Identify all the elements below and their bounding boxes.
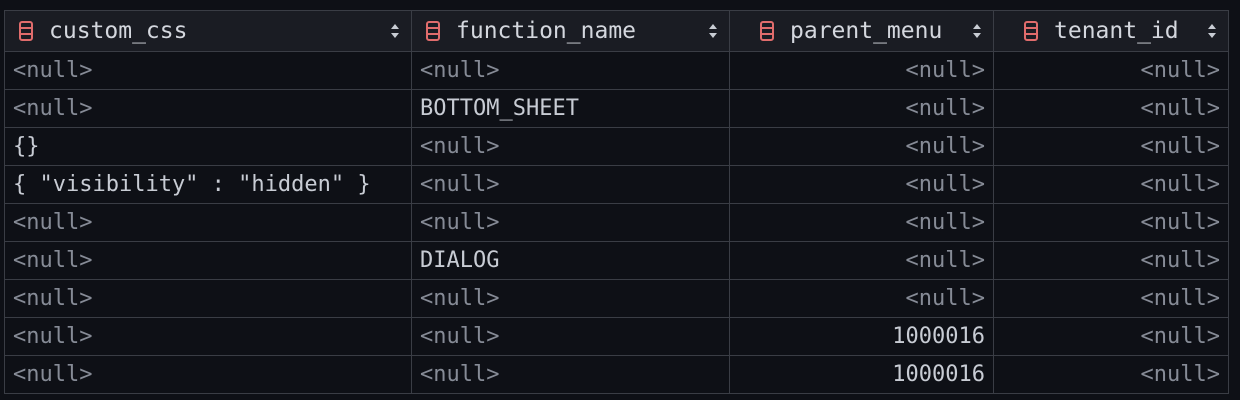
table-cell[interactable]: 1000016 [729,318,993,355]
grid-header-row: custom_css function_name parent_menu ten… [4,10,1229,52]
sort-icon[interactable] [971,21,983,41]
table-cell[interactable]: <null> [993,356,1229,393]
table-cell[interactable]: DIALOG [411,242,729,279]
table-cell[interactable]: { "visibility" : "hidden" } [4,166,411,203]
column-header-parent-menu[interactable]: parent_menu [729,11,993,51]
table-cell[interactable]: <null> [729,128,993,165]
column-header-label: function_name [456,18,637,44]
sort-icon[interactable] [707,21,719,41]
table-row[interactable]: <null> BOTTOM_SHEET <null> <null> [4,90,1229,128]
column-header-tenant-id[interactable]: tenant_id [993,11,1229,51]
table-cell[interactable]: <null> [993,128,1229,165]
table-cell[interactable]: <null> [4,90,411,127]
column-header-custom-css[interactable]: custom_css [4,11,411,51]
table-cell[interactable]: <null> [993,204,1229,241]
table-row[interactable]: <null> <null> <null> <null> [4,52,1229,90]
table-row[interactable]: <null> <null> <null> <null> [4,204,1229,242]
table-cell[interactable]: <null> [993,280,1229,317]
table-cell[interactable]: <null> [993,166,1229,203]
table-cell[interactable]: <null> [729,52,993,89]
table-cell[interactable]: <null> [4,318,411,355]
table-row[interactable]: {} <null> <null> <null> [4,128,1229,166]
table-cell[interactable]: <null> [4,204,411,241]
table-cell[interactable]: 1000016 [729,356,993,393]
results-grid: custom_css function_name parent_menu ten… [4,10,1229,394]
table-cell[interactable]: <null> [993,242,1229,279]
column-icon [760,21,774,41]
table-cell[interactable]: <null> [993,318,1229,355]
table-cell[interactable]: <null> [4,52,411,89]
column-icon [426,21,440,41]
table-cell[interactable]: <null> [729,204,993,241]
table-cell[interactable]: <null> [411,318,729,355]
table-cell[interactable]: <null> [4,242,411,279]
column-header-label: parent_menu [790,18,943,44]
table-cell[interactable]: <null> [729,166,993,203]
table-cell[interactable]: <null> [729,90,993,127]
table-cell[interactable]: <null> [729,242,993,279]
table-cell[interactable]: <null> [4,280,411,317]
table-row[interactable]: <null> DIALOG <null> <null> [4,242,1229,280]
column-icon [1024,21,1038,41]
table-cell[interactable]: <null> [993,90,1229,127]
sort-icon[interactable] [1206,21,1218,41]
table-cell[interactable]: <null> [411,166,729,203]
table-cell[interactable]: <null> [411,204,729,241]
table-cell[interactable]: <null> [4,356,411,393]
table-row[interactable]: <null> <null> <null> <null> [4,280,1229,318]
table-cell[interactable]: <null> [411,356,729,393]
column-header-label: custom_css [49,18,188,44]
table-row[interactable]: <null> <null> 1000016 <null> [4,318,1229,356]
table-cell[interactable]: <null> [729,280,993,317]
table-cell[interactable]: <null> [993,52,1229,89]
table-cell[interactable]: <null> [411,280,729,317]
table-row[interactable]: { "visibility" : "hidden" } <null> <null… [4,166,1229,204]
column-icon [19,21,33,41]
column-header-label: tenant_id [1054,18,1179,44]
table-cell[interactable]: <null> [411,52,729,89]
table-cell[interactable]: <null> [411,128,729,165]
sort-icon[interactable] [389,21,401,41]
column-header-function-name[interactable]: function_name [411,11,729,51]
table-cell[interactable]: {} [4,128,411,165]
table-row[interactable]: <null> <null> 1000016 <null> [4,356,1229,394]
table-cell[interactable]: BOTTOM_SHEET [411,90,729,127]
